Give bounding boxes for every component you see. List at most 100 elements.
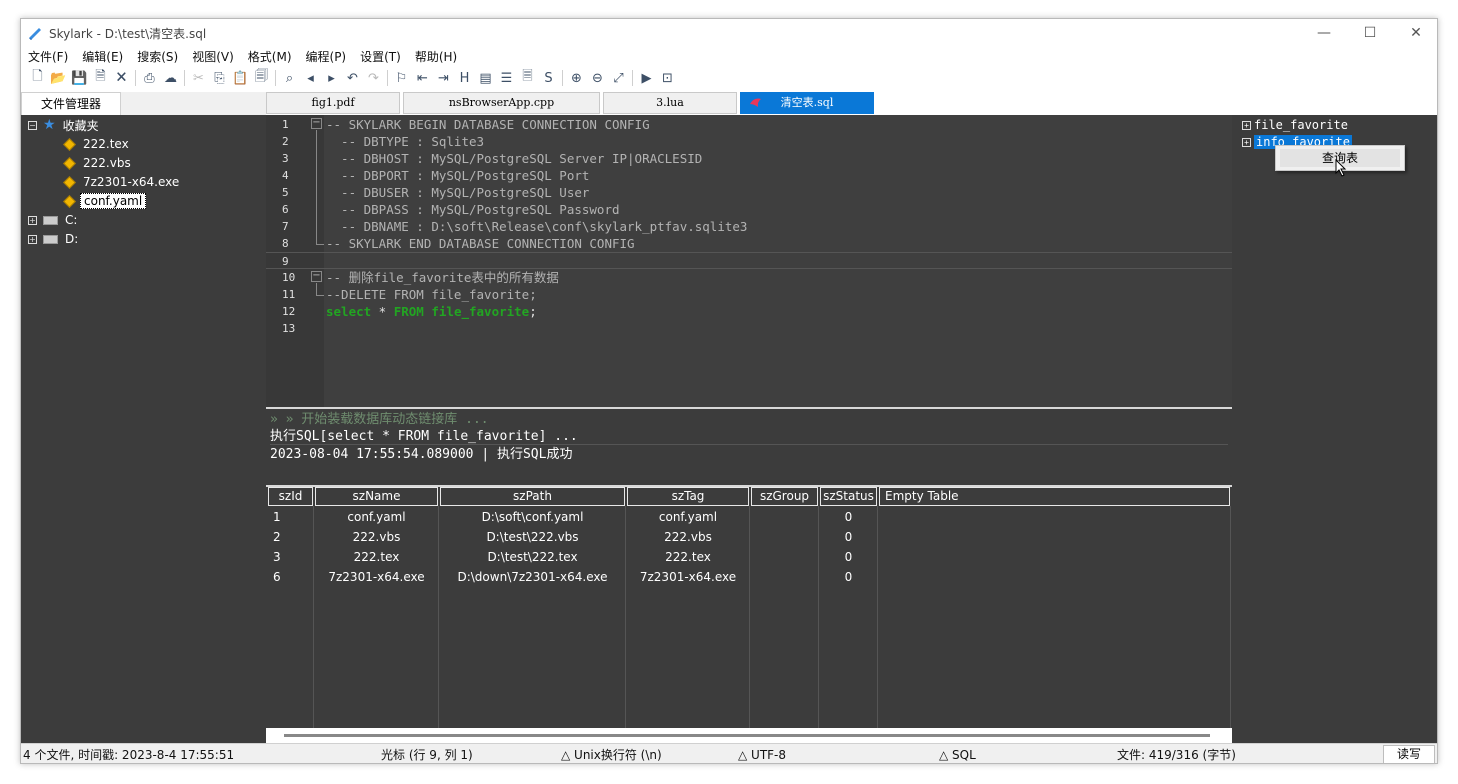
expand-icon[interactable]: + xyxy=(28,234,37,244)
grid-cell[interactable]: conf.yaml xyxy=(315,507,438,527)
grid-cell[interactable]: 222.tex xyxy=(315,547,438,567)
grid-cell[interactable]: 0 xyxy=(820,567,877,587)
editor-line[interactable]: 10 -- 删除file_favorite表中的所有数据 xyxy=(266,269,1232,286)
tab-fig1-pdf[interactable]: fig1.pdf xyxy=(266,92,400,114)
bookmark-icon[interactable]: ⚐ xyxy=(391,68,412,88)
editor-line[interactable]: 11 --DELETE FROM file_favorite; xyxy=(266,286,1232,303)
tab-clear-table-sql[interactable]: 清空表.sql xyxy=(740,92,874,114)
editor-line[interactable]: 7 -- DBNAME : D:\soft\Release\conf\skyla… xyxy=(266,218,1232,235)
cloud-icon[interactable]: ☁ xyxy=(160,68,181,88)
menu-view[interactable]: 视图(V) xyxy=(185,47,241,67)
search-icon[interactable]: ⌕ xyxy=(279,68,300,88)
menu-format[interactable]: 格式(M) xyxy=(241,47,299,67)
grid-cell[interactable]: 222.vbs xyxy=(315,527,438,547)
grid-cell[interactable] xyxy=(751,507,818,527)
print-icon[interactable]: ⎙ xyxy=(139,68,160,88)
editor-line[interactable]: 8 -- SKYLARK END DATABASE CONNECTION CONF… xyxy=(266,235,1232,252)
grid-cell[interactable]: 222.tex xyxy=(627,547,749,567)
tree-file-item[interactable]: 7z2301-x64.exe xyxy=(63,173,182,191)
grid-cell[interactable]: D:\soft\conf.yaml xyxy=(440,507,625,527)
grid-cell[interactable]: 1 xyxy=(268,507,313,527)
zoom-in-icon[interactable]: ⊕ xyxy=(566,68,587,88)
redo-icon[interactable]: ↷ xyxy=(363,68,384,88)
scrollbar-thumb[interactable] xyxy=(284,734,1210,737)
copy-icon[interactable]: ⎘ xyxy=(209,68,230,88)
expand-icon[interactable]: + xyxy=(1242,120,1251,130)
find-prev-icon[interactable]: ◂ xyxy=(300,68,321,88)
menu-settings[interactable]: 设置(T) xyxy=(353,47,408,67)
run-icon[interactable]: ▶ xyxy=(636,68,657,88)
grid-header-szgroup[interactable]: szGroup xyxy=(751,487,818,506)
menu-search[interactable]: 搜索(S) xyxy=(130,47,185,67)
terminal-icon[interactable]: ⊡ xyxy=(657,68,678,88)
grid-cell[interactable]: 2 xyxy=(268,527,313,547)
tab-3-lua[interactable]: 3.lua xyxy=(603,92,737,114)
horizontal-scrollbar[interactable] xyxy=(266,728,1232,743)
hex-icon[interactable]: H xyxy=(454,68,475,88)
document-icon[interactable]: 🗏 xyxy=(517,68,538,88)
tree-drive-c[interactable]: + C: xyxy=(28,211,80,229)
save-as-icon[interactable]: 🗎 xyxy=(90,68,111,88)
tree-favorites[interactable]: − ★ 收藏夹 xyxy=(28,116,102,134)
editor-line[interactable]: 3 -- DBHOST : MySQL/PostgreSQL Server IP… xyxy=(266,150,1232,167)
grid-cell[interactable]: 7z2301-x64.exe xyxy=(627,567,749,587)
menu-file[interactable]: 文件(F) xyxy=(21,47,75,67)
expand-icon[interactable]: + xyxy=(28,215,37,225)
maximize-button[interactable]: ☐ xyxy=(1347,19,1393,47)
zoom-out-icon[interactable]: ⊖ xyxy=(587,68,608,88)
editor-line[interactable]: 5 -- DBUSER : MySQL/PostgreSQL User xyxy=(266,184,1232,201)
s-icon[interactable]: S xyxy=(538,68,559,88)
grid-cell[interactable]: D:\test\222.tex xyxy=(440,547,625,567)
editor-line[interactable]: 6 -- DBPASS : MySQL/PostgreSQL Password xyxy=(266,201,1232,218)
editor-line[interactable]: 12 select * FROM file_favorite; xyxy=(266,303,1232,320)
open-folder-icon[interactable]: 📂 xyxy=(48,68,69,88)
grid-cell[interactable]: 3 xyxy=(268,547,313,567)
read-write-mode-button[interactable]: 读写 xyxy=(1383,745,1435,763)
editor-line[interactable]: 2 -- DBTYPE : Sqlite3 xyxy=(266,133,1232,150)
grid-cell[interactable] xyxy=(751,547,818,567)
grid-cell[interactable] xyxy=(751,527,818,547)
cut-icon[interactable]: ✂ xyxy=(188,68,209,88)
clipboard-icon[interactable]: 🗐 xyxy=(251,68,272,88)
grid-cell[interactable]: 0 xyxy=(820,507,877,527)
grid-header-szstatus[interactable]: szStatus xyxy=(820,487,877,506)
status-language[interactable]: △ SQL xyxy=(939,744,976,763)
tree-file-item-selected[interactable]: conf.yaml xyxy=(63,192,147,210)
menu-help[interactable]: 帮助(H) xyxy=(408,47,464,67)
expand-icon[interactable]: + xyxy=(1242,137,1251,147)
status-encoding[interactable]: △ UTF-8 xyxy=(738,744,786,763)
grid-header-sztag[interactable]: szTag xyxy=(627,487,749,506)
grid-cell[interactable]: 222.vbs xyxy=(627,527,749,547)
fullscreen-icon[interactable]: ⤢ xyxy=(608,68,629,88)
save-icon[interactable]: 💾 xyxy=(69,68,90,88)
minimize-button[interactable]: — xyxy=(1301,19,1347,47)
tab-nsbrowserapp-cpp[interactable]: nsBrowserApp.cpp xyxy=(403,92,600,114)
tree-file-item[interactable]: 222.vbs xyxy=(63,154,134,172)
grid-cell[interactable]: D:\down\7z2301-x64.exe xyxy=(440,567,625,587)
code-editor[interactable]: − − 1 -- SKYLARK BEGIN DATABASE CONNECTIO… xyxy=(266,115,1232,407)
menu-edit[interactable]: 编辑(E) xyxy=(75,47,130,67)
db-table-item[interactable]: + file_favorite xyxy=(1242,117,1348,133)
grid-cell[interactable]: 7z2301-x64.exe xyxy=(315,567,438,587)
column-icon[interactable]: ▤ xyxy=(475,68,496,88)
bookmark-prev-icon[interactable]: ⇤ xyxy=(412,68,433,88)
grid-header-szpath[interactable]: szPath xyxy=(440,487,625,506)
editor-line[interactable]: 9 xyxy=(266,252,1232,269)
grid-header-empty-table[interactable]: Empty Table xyxy=(879,487,1230,506)
menu-program[interactable]: 编程(P) xyxy=(299,47,354,67)
close-file-icon[interactable]: 🗙 xyxy=(111,68,132,88)
grid-cell[interactable]: 0 xyxy=(820,547,877,567)
grid-header-szname[interactable]: szName xyxy=(315,487,438,506)
find-next-icon[interactable]: ▸ xyxy=(321,68,342,88)
grid-cell[interactable]: conf.yaml xyxy=(627,507,749,527)
editor-line[interactable]: 13 xyxy=(266,320,1232,337)
indent-icon[interactable]: ☰ xyxy=(496,68,517,88)
grid-header-szid[interactable]: szId xyxy=(268,487,313,506)
tree-drive-d[interactable]: + D: xyxy=(28,230,81,248)
new-file-icon[interactable]: 🗋 xyxy=(27,68,48,88)
status-line-ending[interactable]: △ Unix换行符 (\n) xyxy=(561,744,662,763)
grid-cell[interactable]: 0 xyxy=(820,527,877,547)
collapse-icon[interactable]: − xyxy=(28,120,37,130)
close-button[interactable]: ✕ xyxy=(1393,19,1437,47)
undo-icon[interactable]: ↶ xyxy=(342,68,363,88)
